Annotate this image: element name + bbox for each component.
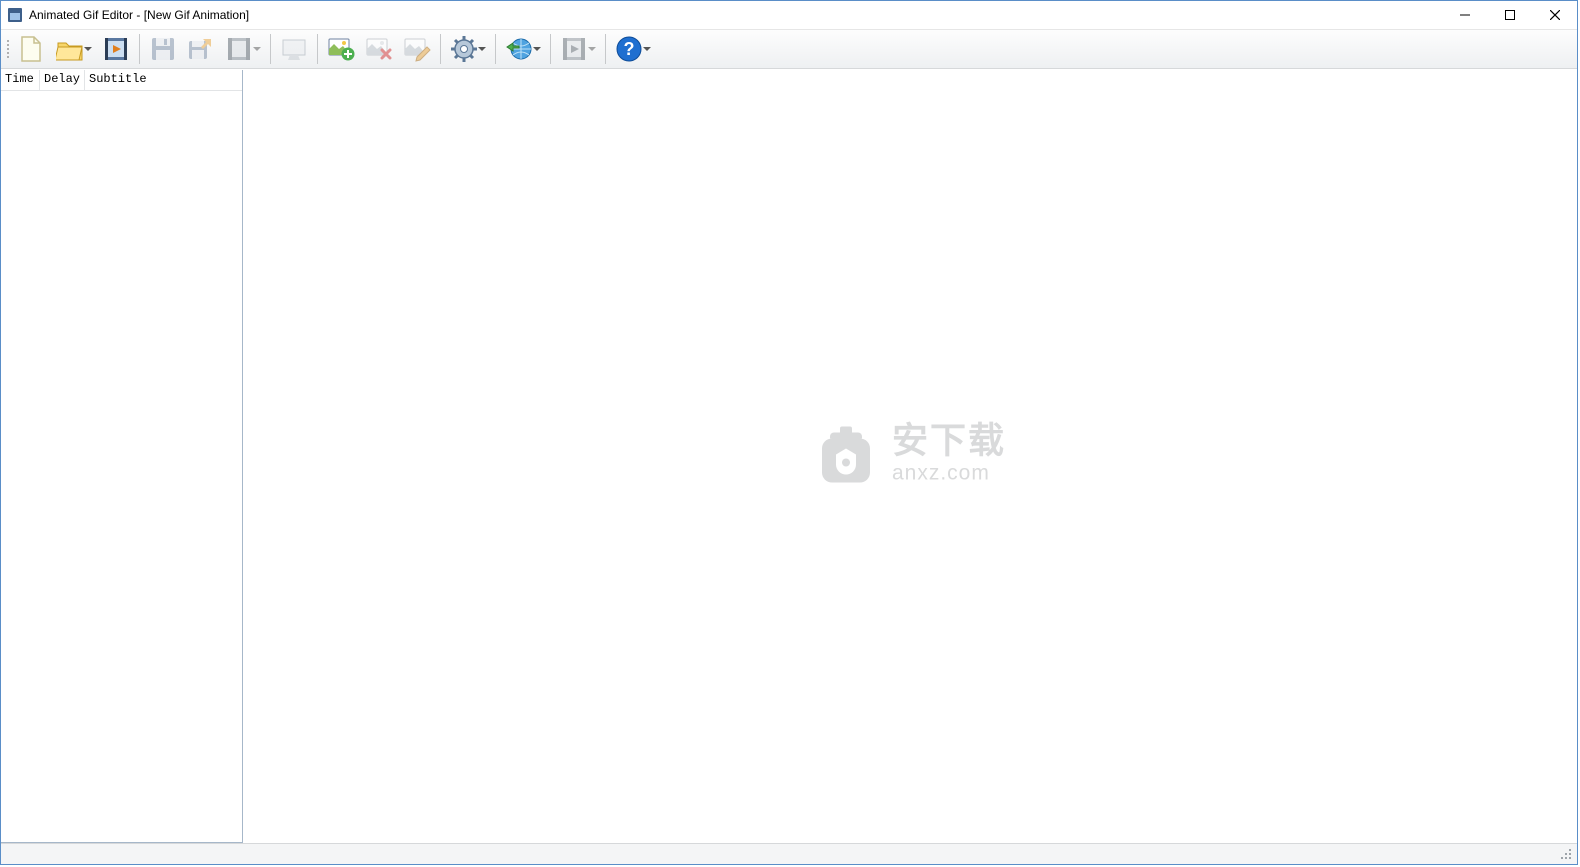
column-header-time[interactable]: Time — [1, 70, 40, 90]
film-export-icon — [225, 35, 253, 63]
preview-icon — [280, 35, 308, 63]
watermark-badge-icon — [814, 418, 878, 488]
minimize-button[interactable] — [1442, 1, 1487, 29]
help-icon — [615, 35, 643, 63]
watermark-text: 安下载 anxz.com — [892, 423, 1006, 484]
maximize-button[interactable] — [1487, 1, 1532, 29]
preview-button[interactable] — [276, 31, 312, 67]
play-button[interactable] — [556, 31, 600, 67]
globe-arrow-icon — [505, 35, 533, 63]
frame-list-header: Time Delay Subtitle — [1, 70, 242, 91]
close-button[interactable] — [1532, 1, 1577, 29]
resize-grip[interactable] — [1559, 847, 1573, 861]
toolbar-separator — [139, 34, 140, 64]
watermark: 安下载 anxz.com — [814, 418, 1006, 488]
watermark-domain: anxz.com — [892, 463, 1006, 484]
chevron-down-icon — [533, 35, 541, 63]
image-add-icon — [327, 35, 355, 63]
help-button[interactable] — [611, 31, 655, 67]
toolbar-grip[interactable] — [5, 34, 11, 64]
save-as-icon — [187, 35, 215, 63]
chevron-down-icon — [588, 35, 596, 63]
titlebar: Animated Gif Editor - [New Gif Animation… — [1, 1, 1577, 30]
column-header-subtitle[interactable]: Subtitle — [85, 70, 242, 90]
toolbar-separator — [495, 34, 496, 64]
window-controls — [1442, 1, 1577, 29]
app-window: Animated Gif Editor - [New Gif Animation… — [0, 0, 1578, 865]
toolbar-separator — [440, 34, 441, 64]
toolbar-separator — [550, 34, 551, 64]
image-edit-icon — [403, 35, 431, 63]
chevron-down-icon — [253, 35, 261, 63]
folder-open-icon — [56, 35, 84, 63]
save-button[interactable] — [145, 31, 181, 67]
chevron-down-icon — [478, 35, 486, 63]
toolbar-separator — [605, 34, 606, 64]
delete-frame-button[interactable] — [361, 31, 397, 67]
app-icon — [7, 7, 23, 23]
import-video-button[interactable] — [98, 31, 134, 67]
save-as-button[interactable] — [183, 31, 219, 67]
frame-list-panel: Time Delay Subtitle — [1, 70, 243, 843]
film-import-icon — [102, 35, 130, 63]
settings-button[interactable] — [446, 31, 490, 67]
add-frame-button[interactable] — [323, 31, 359, 67]
canvas-panel[interactable]: 安下载 anxz.com — [243, 70, 1577, 843]
save-icon — [149, 35, 177, 63]
open-button[interactable] — [52, 31, 96, 67]
window-title: Animated Gif Editor - [New Gif Animation… — [29, 8, 1442, 22]
edit-frame-button[interactable] — [399, 31, 435, 67]
new-button[interactable] — [14, 31, 50, 67]
column-header-delay[interactable]: Delay — [40, 70, 85, 90]
web-button[interactable] — [501, 31, 545, 67]
toolbar-separator — [270, 34, 271, 64]
toolbar: ? — [1, 30, 1577, 69]
content-area: Time Delay Subtitle 安下载 — [1, 69, 1577, 843]
gear-icon — [450, 35, 478, 63]
toolbar-separator — [317, 34, 318, 64]
chevron-down-icon — [643, 35, 651, 63]
watermark-cn: 安下载 — [892, 423, 1006, 459]
export-video-button[interactable] — [221, 31, 265, 67]
frame-list-body[interactable] — [1, 91, 242, 842]
new-file-icon — [18, 35, 46, 63]
film-play-icon — [560, 35, 588, 63]
image-delete-icon — [365, 35, 393, 63]
statusbar — [1, 843, 1577, 864]
chevron-down-icon — [84, 35, 92, 63]
